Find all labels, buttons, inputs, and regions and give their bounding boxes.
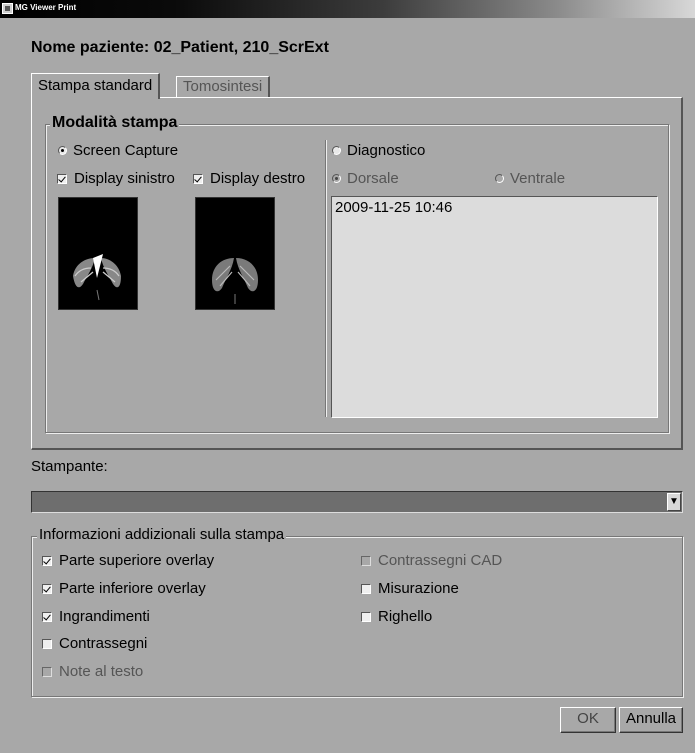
printer-label: Stampante:: [31, 458, 108, 475]
radio-indicator[interactable]: [332, 146, 341, 155]
display-left-checkbox[interactable]: Display sinistro: [57, 170, 175, 187]
ventral-radio: Ventrale: [495, 170, 565, 187]
text-notes-checkbox: Note al testo: [42, 663, 143, 680]
print-mode-separator: [325, 140, 327, 417]
chevron-down-icon[interactable]: ▼: [667, 493, 681, 511]
checkbox-indicator[interactable]: [361, 611, 371, 622]
magnifications-checkbox[interactable]: Ingrandimenti: [42, 608, 150, 625]
bottom-overlay-label: Parte inferiore overlay: [59, 580, 206, 597]
additional-info-title: Informazioni addizionali sulla stampa: [37, 526, 287, 543]
checkbox-indicator[interactable]: [42, 638, 52, 649]
radio-indicator: [495, 174, 504, 183]
markers-label: Contrassegni: [59, 635, 148, 652]
study-list[interactable]: 2009-11-25 10:46: [331, 196, 658, 418]
screen-capture-radio[interactable]: Screen Capture: [58, 142, 178, 159]
diagnostic-radio[interactable]: Diagnostico: [332, 142, 425, 159]
checkbox-indicator[interactable]: [42, 555, 52, 566]
ruler-checkbox[interactable]: Righello: [361, 608, 432, 625]
measurement-checkbox[interactable]: Misurazione: [361, 580, 459, 597]
measurement-label: Misurazione: [378, 580, 459, 597]
checkbox-indicator[interactable]: [42, 583, 52, 594]
app-icon: [2, 3, 13, 14]
window-title: MG Viewer Print: [15, 3, 77, 12]
dorsal-label: Dorsale: [347, 170, 399, 187]
top-overlay-label: Parte superiore overlay: [59, 552, 215, 569]
patient-name: Nome paziente: 02_Patient, 210_ScrExt: [31, 39, 329, 56]
cad-markers-checkbox: Contrassegni CAD: [361, 552, 502, 569]
diagnostic-label: Diagnostico: [347, 142, 426, 159]
cad-markers-label: Contrassegni CAD: [378, 552, 503, 569]
checkbox-indicator: [361, 555, 371, 566]
checkbox-indicator[interactable]: [193, 173, 203, 184]
printer-select[interactable]: ▼: [31, 491, 683, 513]
bottom-overlay-checkbox[interactable]: Parte inferiore overlay: [42, 580, 206, 597]
ventral-label: Ventrale: [510, 170, 566, 187]
left-display-thumbnail: [58, 197, 138, 310]
screen-capture-label: Screen Capture: [73, 142, 179, 159]
display-right-label: Display destro: [210, 170, 306, 187]
cancel-button[interactable]: Annulla: [619, 707, 683, 733]
title-bar[interactable]: MG Viewer Print: [0, 0, 695, 18]
text-notes-label: Note al testo: [59, 663, 144, 680]
magnifications-label: Ingrandimenti: [59, 608, 150, 625]
checkbox-indicator[interactable]: [361, 583, 371, 594]
top-overlay-checkbox[interactable]: Parte superiore overlay: [42, 552, 214, 569]
tab-tomosynthesis[interactable]: Tomosintesi: [176, 76, 271, 98]
print-mode-title: Modalità stampa: [50, 114, 180, 132]
list-item[interactable]: 2009-11-25 10:46: [335, 199, 654, 216]
checkbox-indicator: [42, 666, 52, 677]
markers-checkbox[interactable]: Contrassegni: [42, 635, 147, 652]
checkbox-indicator[interactable]: [42, 611, 52, 622]
tab-standard-print[interactable]: Stampa standard: [31, 73, 161, 99]
right-display-thumbnail: [195, 197, 275, 310]
ruler-label: Righello: [378, 608, 433, 625]
checkbox-indicator[interactable]: [57, 173, 67, 184]
radio-indicator[interactable]: [58, 146, 67, 155]
display-right-checkbox[interactable]: Display destro: [193, 170, 305, 187]
display-left-label: Display sinistro: [74, 170, 175, 187]
ok-button[interactable]: OK: [560, 707, 616, 733]
dorsal-radio: Dorsale: [332, 170, 399, 187]
radio-indicator: [332, 174, 341, 183]
